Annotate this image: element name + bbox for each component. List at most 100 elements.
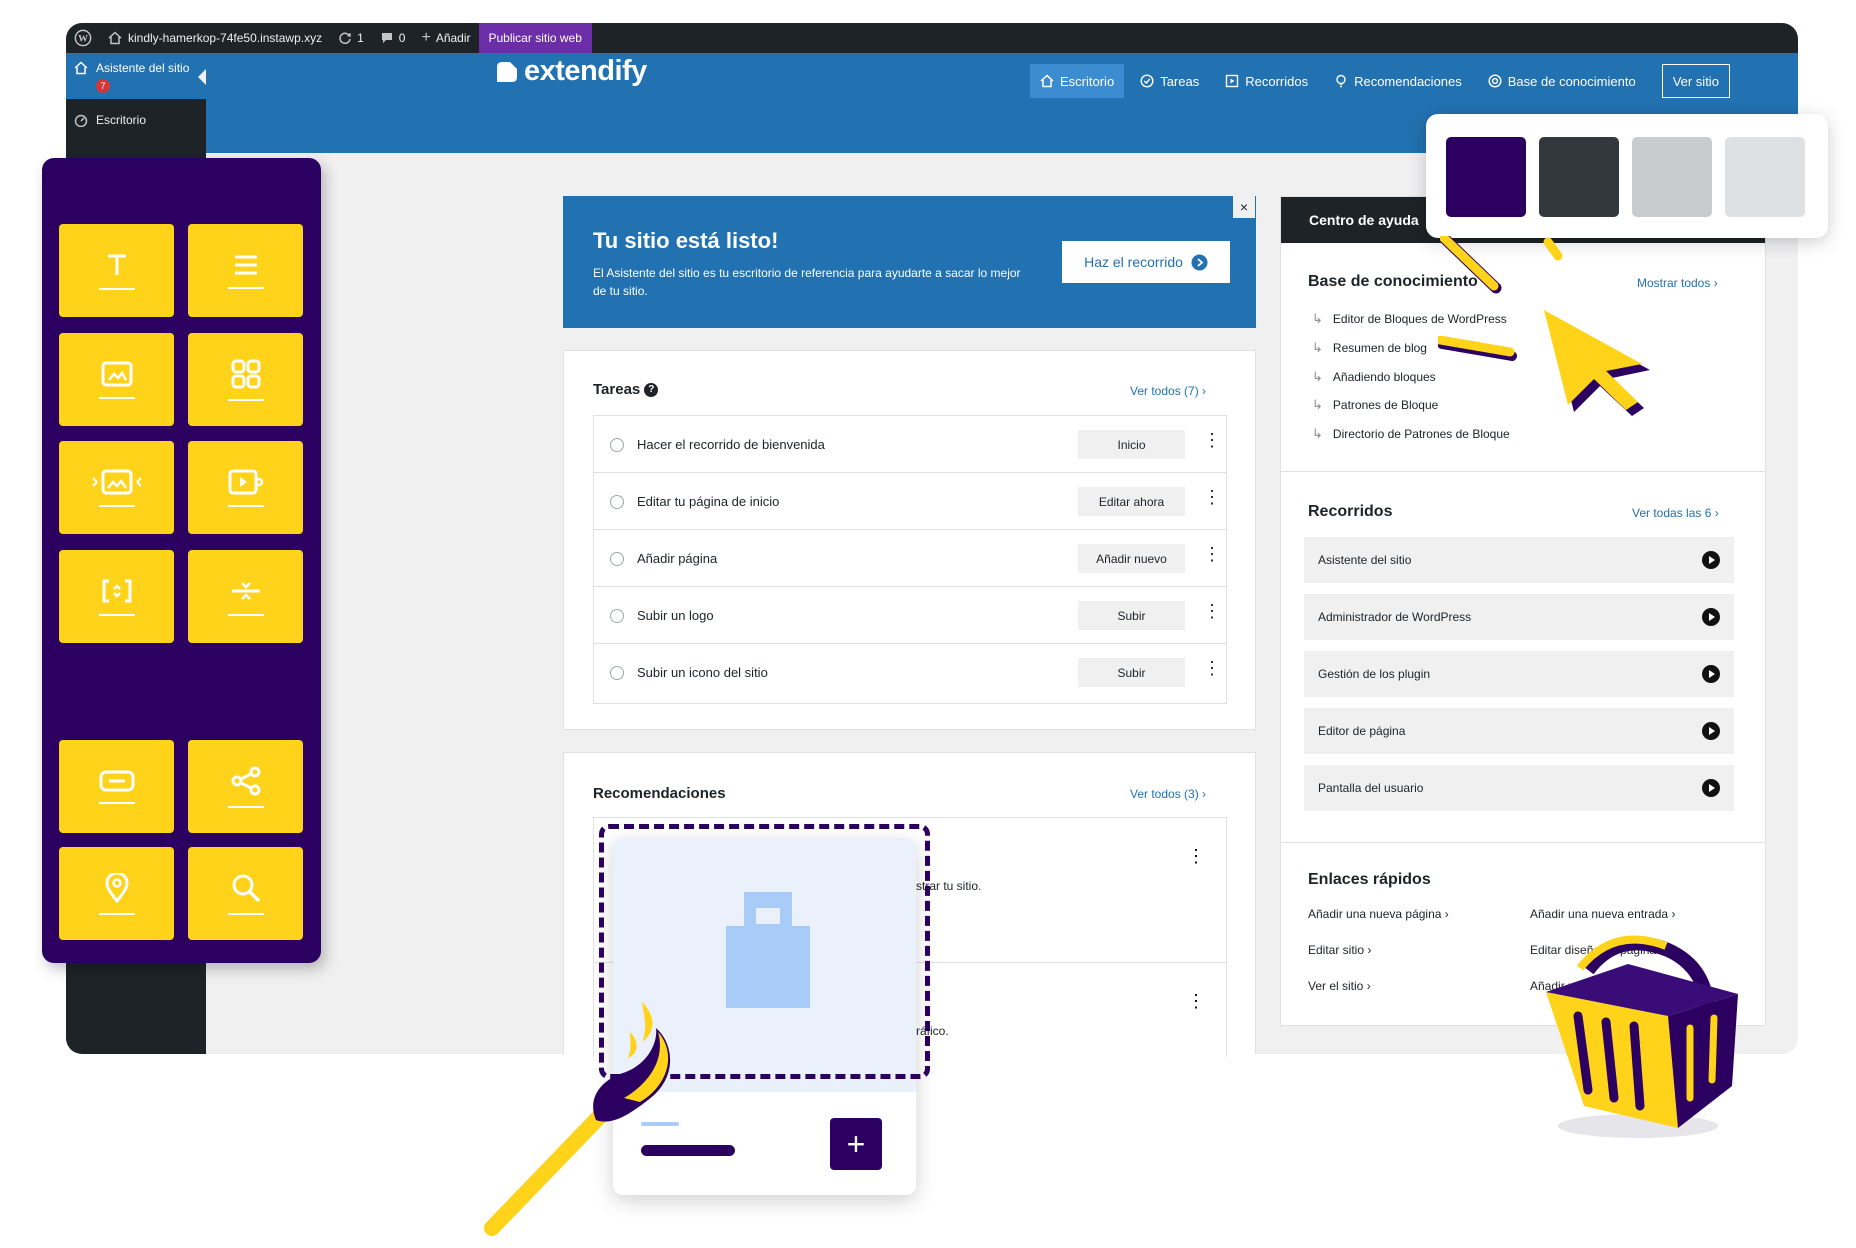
quick-link[interactable]: Añadir una nueva entrada › [1530,907,1675,921]
task-row: Editar tu página de inicio Editar ahora … [593,473,1226,530]
task-action-button[interactable]: Subir [1078,658,1185,687]
sidebar-item-label: Escritorio [96,113,147,127]
task-row: Añadir página Añadir nuevo ⋮ [593,530,1226,587]
view-all-tasks-link[interactable]: Ver todos (7) › [1130,384,1206,398]
sparkle-decoration [1440,236,1563,294]
search-icon [232,874,260,902]
extendify-logo: extendify [494,55,647,88]
site-name-link[interactable]: kindly-hamerkop-74fe50.instawp.xyz [100,23,330,53]
tour-item[interactable]: Pantalla del usuario [1304,765,1734,811]
tab-label: Base de conocimiento [1507,73,1636,89]
close-banner-button[interactable]: × [1233,196,1255,218]
view-all-recommendations-link[interactable]: Ver todos (3) › [1130,787,1206,801]
knowledge-base-item[interactable]: ↳ Añadiendo bloques [1312,369,1436,385]
updates-link[interactable]: 1 [330,23,372,53]
tab-tours[interactable]: Recorridos [1215,64,1318,98]
updates-count: 1 [357,31,364,45]
sidebar-item-dashboard[interactable]: Escritorio [66,105,206,135]
view-all-tours-link[interactable]: Ver todas las 6 › [1632,506,1719,520]
tab-knowledge-base[interactable]: Base de conocimiento [1478,64,1646,98]
more-options-icon[interactable]: ⋮ [1203,658,1221,679]
tab-dashboard[interactable]: Escritorio [1030,64,1125,98]
tab-tasks[interactable]: Tareas [1130,64,1209,98]
mouse-cursor-icon [1544,310,1650,416]
play-icon [1702,722,1720,740]
more-options-icon[interactable]: ⋮ [1203,430,1221,451]
quick-link[interactable]: Editar sitio › [1308,943,1371,957]
task-action-button[interactable]: Inicio [1078,430,1185,459]
quick-link[interactable]: Ver el sitio › [1308,979,1371,993]
task-row: Hacer el recorrido de bienvenida Inicio … [593,416,1226,473]
block-inserter-illustration [42,158,321,963]
return-arrow-icon: ↳ [1312,397,1323,412]
sidebar-item-site-assistant[interactable]: Asistente del sitio 7 [66,53,206,99]
more-options-icon[interactable]: ⋮ [1203,487,1221,508]
cover-icon [102,579,131,602]
plus-icon: + [421,29,431,46]
tour-item[interactable]: Asistente del sitio [1304,537,1734,583]
help-icon[interactable]: ? [644,382,659,397]
quick-link[interactable]: Añadir una nueva página › [1308,907,1449,921]
take-tour-button[interactable]: Haz el recorrido [1062,241,1230,283]
shopping-basket-icon [1546,935,1738,1138]
banner-title: Tu sitio está listo! [593,228,779,253]
paragraph-icon [234,255,257,274]
comment-icon [381,33,392,43]
show-all-articles-link[interactable]: Mostrar todos › [1637,276,1718,290]
knowledge-base-item[interactable]: ↳ Patrones de Bloque [1312,397,1438,413]
task-checkbox[interactable] [610,438,624,452]
return-arrow-icon: ↳ [1312,369,1323,384]
image-icon [101,361,132,386]
logo-text: extendify [524,55,647,87]
site-name: kindly-hamerkop-74fe50.instawp.xyz [128,31,323,45]
more-options-icon[interactable]: ⋮ [1203,601,1221,622]
tab-recommendations[interactable]: Recomendaciones [1324,64,1472,98]
sidebar-item-label: Asistente del sitio [96,61,190,75]
main-nav: Escritorio Tareas Recorridos Recomendaci… [1030,64,1730,98]
add-new-link[interactable]: + Añadir [413,23,478,53]
view-site-button[interactable]: Ver sitio [1661,64,1730,98]
tour-item[interactable]: Administrador de WordPress [1304,594,1734,640]
tour-item[interactable]: Editor de página [1304,708,1734,754]
tasks-card: Tareas ? Ver todos (7) › Hacer el recorr… [563,350,1256,730]
publish-site-button[interactable]: Publicar sitio web [478,23,592,53]
block-tile [188,224,303,317]
tour-icon [1226,74,1239,88]
more-options-icon[interactable]: ⋮ [1187,991,1205,1012]
more-options-icon[interactable]: ⋮ [1187,846,1205,867]
knowledge-base-item[interactable]: ↳ Directorio de Patrones de Bloque [1312,426,1510,442]
task-label: Subir un icono del sitio [637,665,768,680]
task-checkbox[interactable] [610,495,624,509]
more-options-icon[interactable]: ⋮ [1203,544,1221,565]
task-action-button[interactable]: Subir [1078,601,1185,630]
knowledge-base-item[interactable]: ↳ Editor de Bloques de WordPress [1312,311,1507,327]
dashboard-icon [74,114,88,127]
knowledge-base-item[interactable]: ↳ Resumen de blog [1312,340,1427,356]
task-checkbox[interactable] [610,609,624,623]
task-action-button[interactable]: Añadir nuevo [1078,544,1185,573]
block-tile [188,550,303,643]
task-action-button[interactable]: Editar ahora [1078,487,1185,516]
share-icon [231,766,260,795]
tour-item[interactable]: Gestión de los plugin [1304,651,1734,697]
comments-link[interactable]: 0 [372,23,414,53]
home-icon [74,61,88,75]
play-icon [1702,665,1720,683]
task-checkbox[interactable] [610,552,624,566]
task-checkbox[interactable] [610,666,624,680]
tab-label: Recorridos [1245,73,1309,89]
wordpress-logo-icon[interactable]: W [66,23,100,53]
block-tile [59,333,174,426]
add-to-cart-button: + [830,1118,882,1170]
block-tile [59,550,174,643]
tasks-title: Tareas ? [593,381,659,398]
task-label: Añadir página [637,551,718,566]
color-palette-illustration [1426,114,1828,238]
lightbulb-icon [1336,74,1346,88]
tab-label: Tareas [1160,73,1200,89]
video-icon [228,469,263,494]
active-arrow-icon [198,69,206,85]
help-center-tab[interactable]: Centro de ayuda [1309,212,1419,228]
extendify-logo-icon [497,61,517,82]
banner-description: El Asistente del sitio es tu escritorio … [593,266,1021,298]
